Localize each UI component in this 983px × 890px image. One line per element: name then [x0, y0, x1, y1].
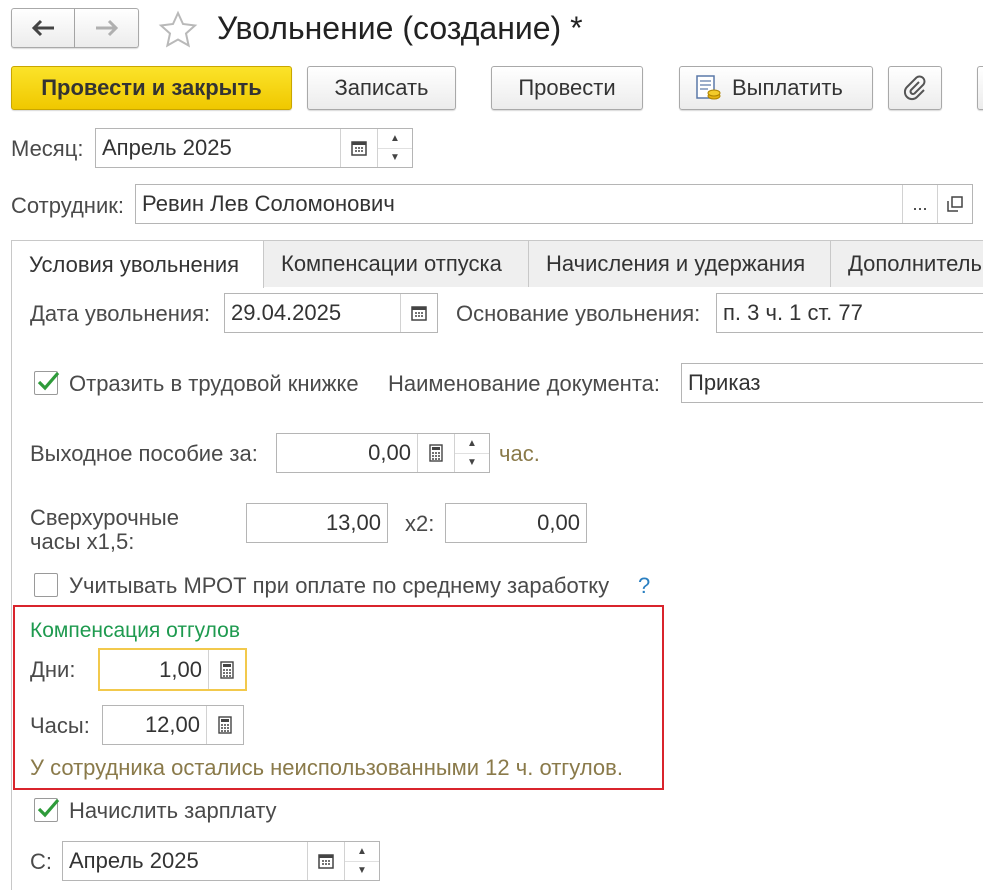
open-window-icon: [947, 196, 963, 212]
work-book-label[interactable]: Отразить в трудовой книжке: [69, 371, 359, 397]
payment-document-icon: [696, 75, 721, 100]
severance-spinner[interactable]: ▲ ▼: [454, 434, 489, 472]
arrow-right-icon: [95, 19, 118, 37]
back-button[interactable]: [11, 8, 75, 48]
from-value: Апрель 2025: [69, 848, 199, 873]
ellipsis-icon: ...: [912, 193, 928, 214]
work-book-checkbox[interactable]: [34, 371, 60, 395]
dismissal-date-label: Дата увольнения:: [30, 301, 211, 326]
attach-button[interactable]: [888, 66, 942, 110]
from-field[interactable]: Апрель 2025 ▲ ▼: [62, 841, 380, 881]
hours-label: Часы:: [30, 713, 90, 738]
mrot-label[interactable]: Учитывать МРОТ при оплате по среднему за…: [69, 573, 609, 599]
month-calendar-button[interactable]: [340, 129, 377, 167]
employee-select-button[interactable]: ...: [902, 185, 937, 223]
employee-open-button[interactable]: [937, 185, 972, 223]
compensation-title: Компенсация отгулов: [30, 619, 240, 642]
tab-vacation-compensation[interactable]: Компенсации отпуска: [263, 240, 529, 287]
month-spinner[interactable]: ▲ ▼: [377, 129, 412, 167]
overtime-label-line1: Сверхурочные: [30, 505, 179, 530]
doc-name-field[interactable]: Приказ: [681, 363, 983, 403]
compensation-note: У сотрудника остались неиспользованными …: [30, 755, 623, 780]
days-label: Дни:: [30, 657, 76, 682]
severance-label: Выходное пособие за:: [30, 441, 258, 466]
dismissal-reason-value: п. 3 ч. 1 ст. 77: [723, 300, 863, 325]
chevron-down-icon[interactable]: ▼: [455, 452, 489, 473]
dismissal-date-value: 29.04.2025: [231, 300, 342, 325]
severance-field[interactable]: 0,00 ▲ ▼: [276, 433, 490, 473]
doc-name-value: Приказ: [688, 370, 761, 395]
hours-value: 12,00: [144, 712, 200, 737]
tab-accruals-deductions[interactable]: Начисления и удержания: [528, 240, 831, 287]
calculator-icon: [429, 444, 443, 462]
tab-additional[interactable]: Дополнитель: [830, 240, 983, 287]
employee-field[interactable]: Ревин Лев Соломонович ...: [135, 184, 973, 224]
checkmark-icon: [37, 798, 60, 818]
employee-label: Сотрудник:: [11, 193, 124, 218]
dismissal-date-calendar-button[interactable]: [400, 294, 437, 332]
help-icon[interactable]: ?: [638, 573, 650, 599]
mrot-checkbox[interactable]: [34, 573, 58, 597]
chevron-up-icon[interactable]: ▲: [345, 842, 379, 861]
chevron-up-icon[interactable]: ▲: [378, 129, 412, 148]
days-field[interactable]: 1,00: [98, 648, 247, 691]
pay-button-label: Выплатить: [732, 75, 843, 100]
accrue-salary-checkbox[interactable]: [34, 798, 60, 822]
chevron-down-icon[interactable]: ▼: [378, 147, 412, 168]
overtime-value: 13,00: [325, 510, 381, 535]
calendar-icon: [318, 854, 334, 869]
post-and-close-button[interactable]: Провести и закрыть: [11, 66, 292, 110]
calendar-icon: [351, 141, 367, 156]
tab-dismissal-conditions[interactable]: Условия увольнения: [11, 240, 264, 288]
dismissal-reason-field[interactable]: п. 3 ч. 1 ст. 77: [716, 293, 983, 333]
checkmark-icon: [37, 371, 60, 391]
chevron-down-icon[interactable]: ▼: [345, 860, 379, 881]
arrow-left-icon: [31, 19, 54, 37]
month-value: Апрель 2025: [102, 135, 232, 160]
paperclip-icon: [903, 75, 926, 101]
window-title: Увольнение (создание) *: [217, 10, 583, 46]
from-calendar-button[interactable]: [307, 842, 344, 880]
severance-unit: час.: [499, 441, 540, 466]
star-icon: [158, 10, 198, 48]
calendar-icon: [411, 306, 427, 321]
more-button[interactable]: [977, 66, 983, 110]
chevron-up-icon[interactable]: ▲: [455, 434, 489, 453]
doc-name-label: Наименование документа:: [388, 371, 661, 396]
employee-value: Ревин Лев Соломонович: [142, 191, 395, 216]
days-calculator-button[interactable]: [208, 650, 245, 689]
severance-calculator-button[interactable]: [417, 434, 454, 472]
severance-value: 0,00: [368, 440, 411, 465]
from-spinner[interactable]: ▲ ▼: [344, 842, 379, 880]
overtime-label-line2: часы х1,5:: [30, 529, 135, 554]
overtime-x2-label: х2:: [405, 511, 435, 536]
overtime-field[interactable]: 13,00: [246, 503, 388, 543]
accrue-salary-label[interactable]: Начислить зарплату: [69, 798, 277, 824]
dismissal-date-field[interactable]: 29.04.2025: [224, 293, 438, 333]
post-button[interactable]: Провести: [491, 66, 643, 110]
tab-panel-border: [11, 286, 12, 890]
calculator-icon: [218, 716, 232, 734]
month-field[interactable]: Апрель 2025 ▲ ▼: [95, 128, 413, 168]
pay-button[interactable]: Выплатить: [679, 66, 873, 110]
favorite-star-button[interactable]: [158, 10, 198, 50]
overtime-x2-field[interactable]: 0,00: [445, 503, 587, 543]
save-button[interactable]: Записать: [307, 66, 456, 110]
from-label: С:: [30, 849, 52, 874]
days-value: 1,00: [159, 656, 202, 682]
dismissal-reason-label: Основание увольнения:: [456, 301, 701, 326]
forward-button[interactable]: [75, 8, 139, 48]
hours-field[interactable]: 12,00: [102, 705, 244, 745]
calculator-icon: [220, 660, 234, 679]
month-label: Месяц:: [11, 136, 84, 161]
hours-calculator-button[interactable]: [206, 706, 243, 744]
overtime-x2-value: 0,00: [537, 510, 580, 535]
